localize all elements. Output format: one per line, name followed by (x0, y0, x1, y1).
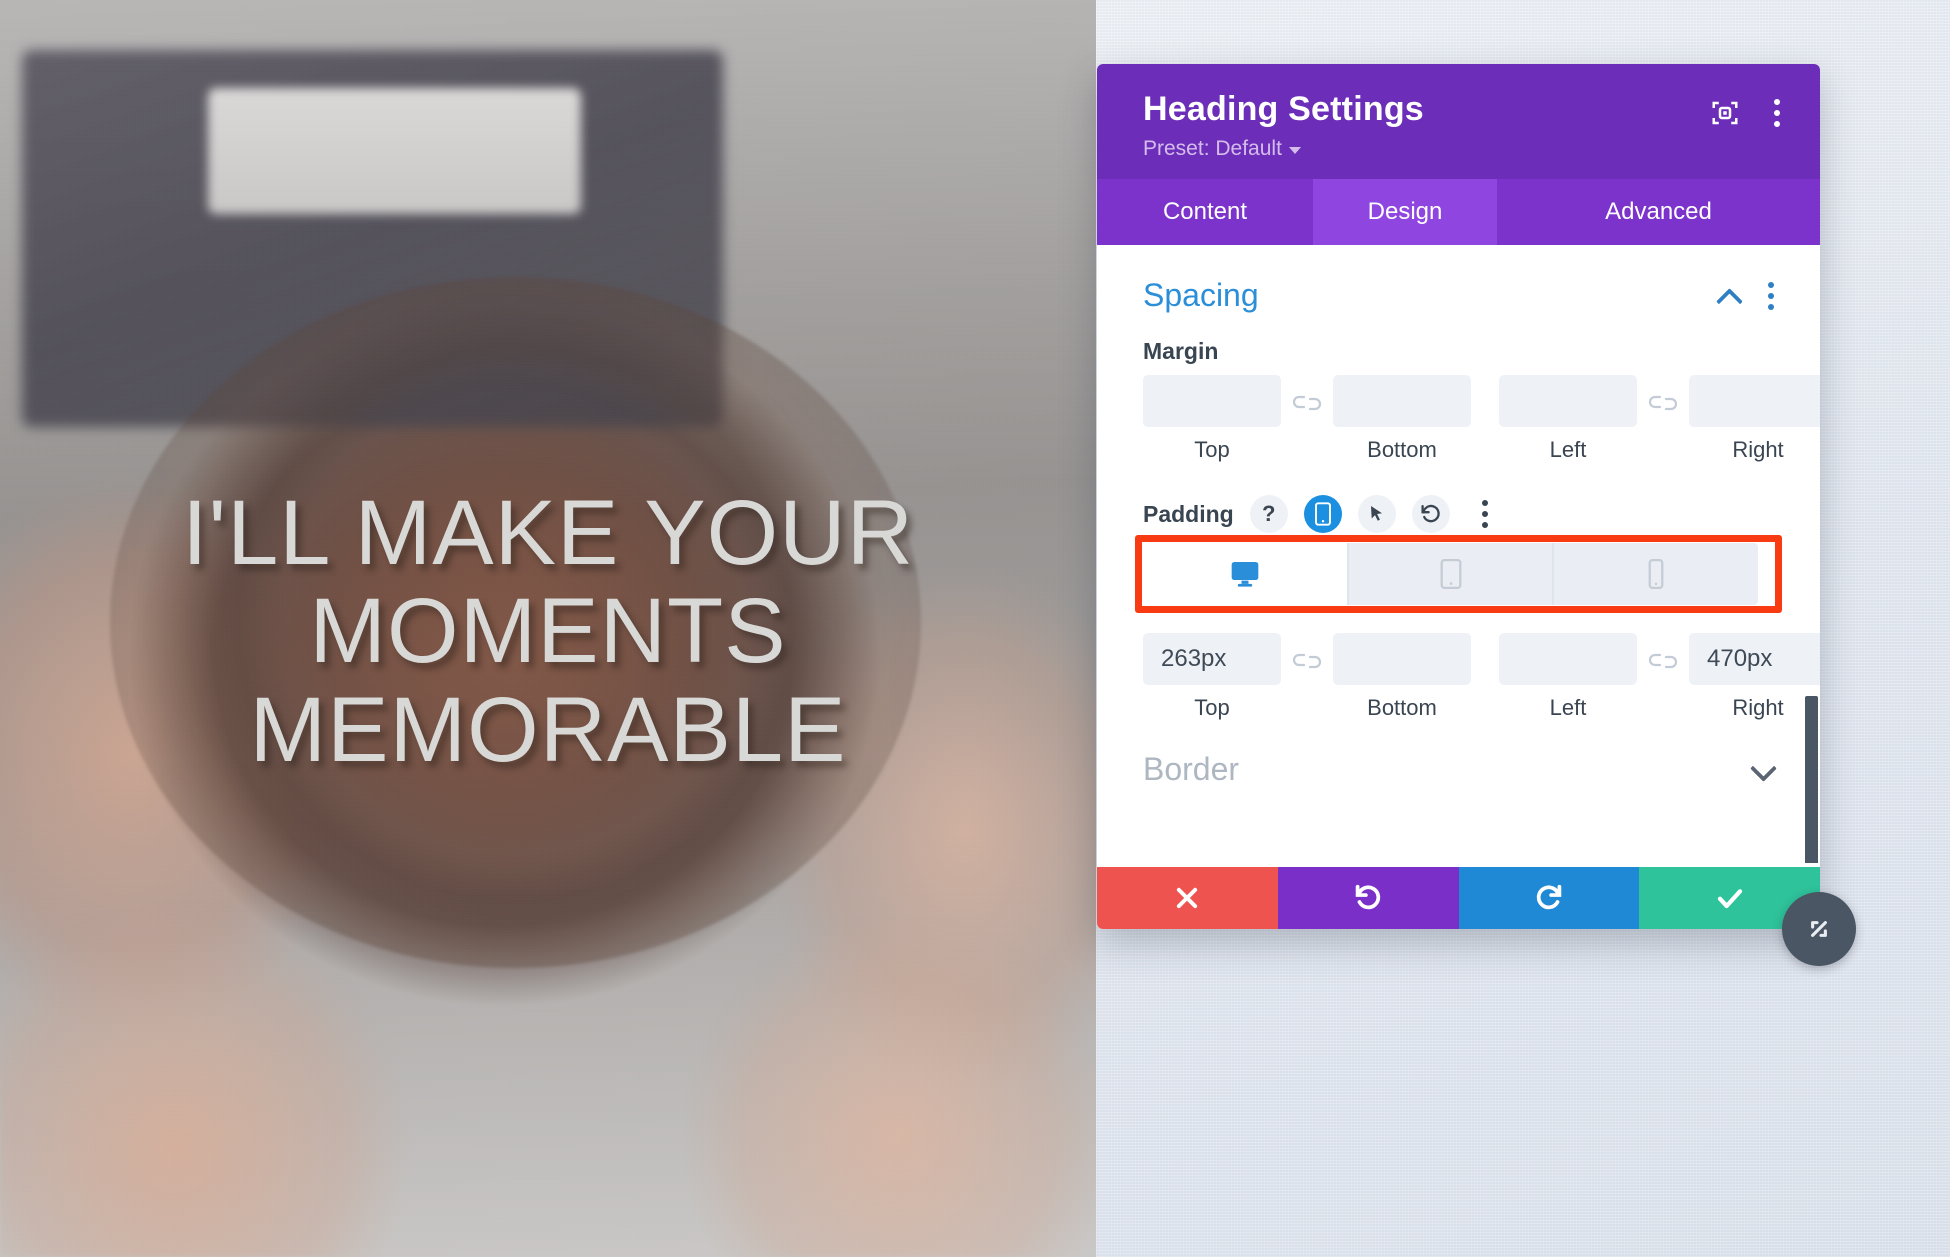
modal-title: Heading Settings (1143, 90, 1424, 128)
margin-left-label: Left (1549, 437, 1587, 462)
border-section-header[interactable]: Border (1097, 725, 1820, 788)
margin-right-label: Right (1732, 437, 1784, 462)
modal-action-bar (1097, 867, 1820, 929)
padding-label: Padding (1143, 500, 1234, 527)
modal-kebab-menu-icon[interactable] (1774, 99, 1780, 127)
redo-button[interactable] (1458, 867, 1640, 929)
margin-left-input[interactable] (1499, 375, 1637, 427)
page-preview-hero[interactable]: I'LL MAKE YOUR MOMENTS MEMORABLE (0, 0, 1096, 1257)
preset-label: Preset: Default (1143, 137, 1282, 160)
padding-device-selector (1135, 535, 1782, 613)
padding-bottom-label: Bottom (1367, 695, 1437, 720)
padding-top-label: Top (1194, 695, 1230, 720)
tab-advanced[interactable]: Advanced (1497, 179, 1820, 245)
border-title: Border (1143, 751, 1240, 787)
screen: I'LL MAKE YOUR MOMENTS MEMORABLE Heading… (0, 0, 1950, 1257)
modal-body: Spacing Margin Top Bottom Left Right Pad… (1097, 245, 1820, 863)
padding-kebab-menu-icon[interactable] (1466, 495, 1504, 533)
spacing-section-header: Spacing (1097, 245, 1820, 320)
padding-right-input[interactable]: 470px (1689, 633, 1820, 685)
settings-scrollbar-thumb[interactable] (1805, 696, 1818, 863)
margin-bottom-label: Bottom (1367, 437, 1437, 462)
responsive-icon[interactable] (1303, 495, 1342, 533)
margin-inputs-row: Top Bottom Left Right (1143, 375, 1820, 467)
settings-scrollbar-track[interactable] (1804, 464, 1820, 863)
modal-resize-handle[interactable] (1782, 892, 1856, 966)
preset-selector[interactable]: Preset: Default (1143, 137, 1301, 161)
margin-group: Margin Top Bottom Left Right (1097, 338, 1820, 467)
margin-top-bottom-link-icon[interactable] (1281, 393, 1333, 413)
padding-bottom-input[interactable] (1333, 633, 1471, 685)
margin-top-label: Top (1194, 437, 1230, 462)
chevron-up-icon[interactable] (1718, 285, 1740, 307)
padding-label-row: Padding ? (1143, 495, 1774, 533)
heading-settings-modal: Heading Settings Preset: Default Content… (1097, 64, 1856, 966)
reset-icon[interactable] (1411, 495, 1450, 533)
padding-left-right-link-icon[interactable] (1637, 651, 1689, 671)
padding-left-label: Left (1549, 695, 1587, 720)
chevron-down-icon (1288, 147, 1301, 154)
device-tab-phone[interactable] (1554, 543, 1758, 605)
padding-left-input[interactable] (1499, 633, 1637, 685)
padding-right-label: Right (1732, 695, 1784, 720)
chevron-down-icon[interactable] (1752, 759, 1774, 781)
padding-inputs-row: 263px Top Bottom Left 470px Right (1143, 633, 1820, 725)
device-tab-tablet[interactable] (1348, 543, 1555, 605)
tab-content[interactable]: Content (1097, 179, 1313, 245)
cancel-button[interactable] (1097, 867, 1278, 929)
spacing-title: Spacing (1143, 277, 1259, 313)
padding-top-input[interactable]: 263px (1143, 633, 1281, 685)
margin-label: Margin (1143, 338, 1219, 364)
tab-design[interactable]: Design (1313, 179, 1497, 245)
spacing-kebab-menu-icon[interactable] (1768, 281, 1774, 310)
margin-left-right-link-icon[interactable] (1637, 393, 1689, 413)
hero-headline[interactable]: I'LL MAKE YOUR MOMENTS MEMORABLE (0, 0, 1096, 1257)
modal-tabs: Content Design Advanced (1097, 179, 1820, 245)
undo-button[interactable] (1277, 867, 1459, 929)
margin-bottom-input[interactable] (1333, 375, 1471, 427)
focus-target-icon[interactable] (1710, 98, 1740, 128)
modal-header: Heading Settings Preset: Default (1097, 64, 1820, 179)
hover-cursor-icon[interactable] (1357, 495, 1396, 533)
help-icon[interactable]: ? (1249, 495, 1288, 533)
margin-right-input[interactable] (1689, 375, 1820, 427)
padding-group: Padding ? 263px Top Bottom Left 470px Ri… (1097, 495, 1820, 725)
padding-top-bottom-link-icon[interactable] (1281, 651, 1333, 671)
device-tab-desktop[interactable] (1143, 543, 1349, 605)
margin-top-input[interactable] (1143, 375, 1281, 427)
